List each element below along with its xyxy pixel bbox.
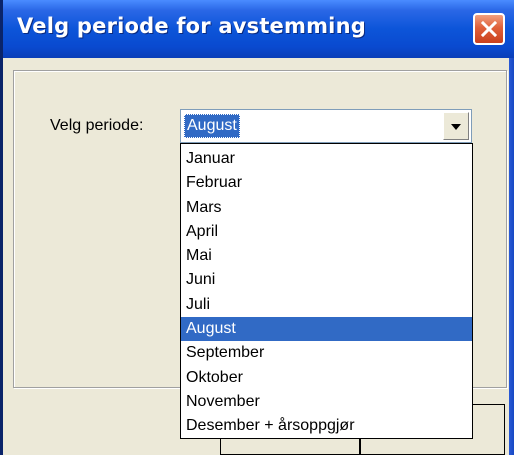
dropdown-option[interactable]: Mars	[181, 196, 472, 220]
period-select-value: August	[184, 114, 240, 138]
dropdown-option[interactable]: August	[181, 317, 472, 342]
dropdown-option[interactable]: September	[181, 341, 472, 365]
dropdown-option[interactable]: Februar	[181, 171, 472, 195]
window-title: Velg periode for avstemming	[17, 14, 366, 38]
period-dropdown-list[interactable]: Januar Februar Mars April Mai Juni Juli August S…	[180, 143, 473, 439]
title-bar[interactable]: Velg periode for avstemming	[3, 0, 514, 58]
dropdown-option[interactable]: April	[181, 220, 472, 244]
dropdown-option[interactable]: Desember + årsoppgjør	[181, 414, 472, 438]
window-frame-right	[509, 58, 514, 455]
dialog-window: Velg periode for avstemming Velg periode…	[0, 0, 514, 455]
dropdown-option[interactable]: Juli	[181, 293, 472, 317]
chevron-down-icon[interactable]	[443, 112, 469, 140]
dropdown-option[interactable]: November	[181, 390, 472, 414]
period-select[interactable]: August	[180, 109, 472, 143]
dropdown-option[interactable]: Oktober	[181, 366, 472, 390]
close-button[interactable]	[473, 13, 505, 45]
dropdown-option[interactable]: Mai	[181, 244, 472, 268]
period-label: Velg periode:	[50, 117, 144, 134]
dropdown-option[interactable]: Januar	[181, 147, 472, 171]
dropdown-option[interactable]: Juni	[181, 268, 472, 292]
close-icon	[480, 20, 498, 38]
